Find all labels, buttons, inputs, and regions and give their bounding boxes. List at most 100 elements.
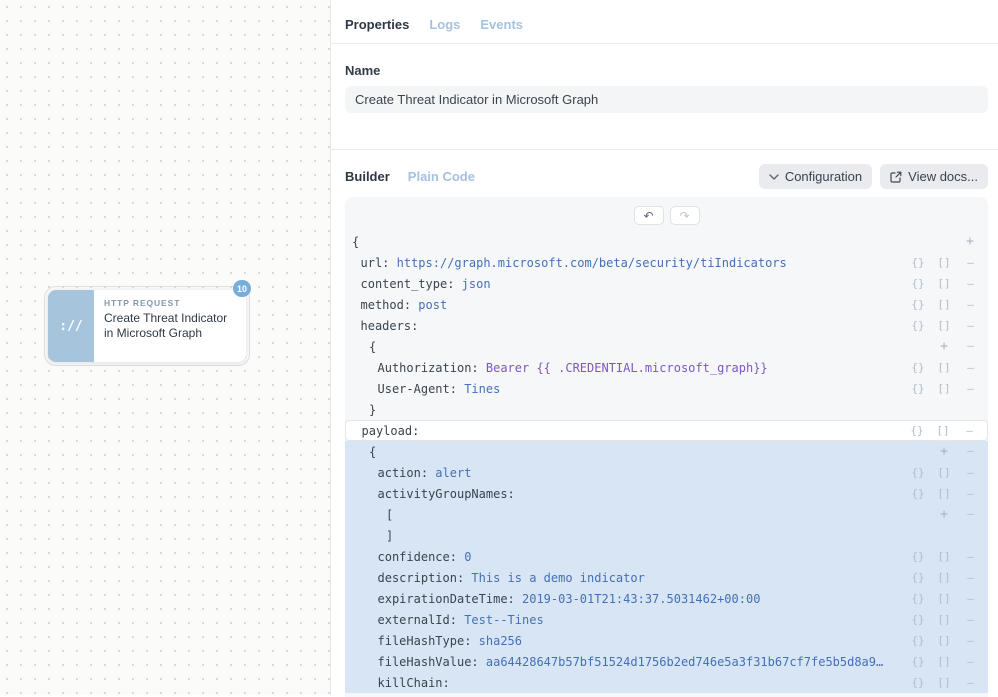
remove-line-icon[interactable]: — bbox=[957, 256, 983, 269]
insert-array-icon[interactable]: [] bbox=[931, 361, 957, 374]
insert-object-icon[interactable]: {} bbox=[905, 277, 931, 290]
tab-logs[interactable]: Logs bbox=[429, 17, 460, 32]
insert-array-icon[interactable]: [] bbox=[931, 550, 957, 563]
tab-properties[interactable]: Properties bbox=[345, 17, 409, 32]
insert-array-icon[interactable]: [] bbox=[930, 424, 956, 437]
code-key: } bbox=[369, 403, 376, 417]
remove-line-icon[interactable]: — bbox=[957, 339, 983, 354]
insert-array-icon[interactable]: [] bbox=[931, 592, 957, 605]
insert-object-icon[interactable]: {} bbox=[905, 382, 931, 395]
remove-line-icon[interactable]: — bbox=[957, 277, 983, 290]
insert-array-icon[interactable]: [] bbox=[931, 382, 957, 395]
insert-array-icon[interactable]: [] bbox=[931, 655, 957, 668]
insert-object-icon[interactable]: {} bbox=[905, 613, 931, 626]
code-line[interactable]: User-Agent: Tines{}[]— bbox=[345, 378, 988, 399]
insert-array-icon[interactable]: [] bbox=[931, 613, 957, 626]
insert-array-icon[interactable]: [] bbox=[931, 676, 957, 689]
add-item-icon[interactable]: + bbox=[931, 339, 957, 354]
remove-line-icon[interactable]: — bbox=[957, 550, 983, 563]
remove-line-icon[interactable]: — bbox=[957, 507, 983, 522]
remove-line-icon[interactable]: — bbox=[957, 382, 983, 395]
code-line[interactable]: [+— bbox=[345, 504, 988, 525]
remove-line-icon[interactable]: — bbox=[957, 444, 983, 459]
code-line[interactable]: {+— bbox=[345, 441, 988, 462]
tab-builder[interactable]: Builder bbox=[345, 169, 390, 184]
code-line[interactable]: {+— bbox=[345, 336, 988, 357]
event-count-badge[interactable]: 10 bbox=[233, 280, 251, 297]
tab-plain-code[interactable]: Plain Code bbox=[408, 169, 475, 184]
code-line[interactable]: {+ bbox=[345, 231, 988, 252]
insert-array-icon[interactable]: [] bbox=[931, 319, 957, 332]
code-line[interactable]: headers:{}[]— bbox=[345, 315, 988, 336]
code-line[interactable]: activityGroupNames:{}[]— bbox=[345, 483, 988, 504]
remove-line-icon[interactable]: — bbox=[957, 676, 983, 689]
remove-line-icon[interactable]: — bbox=[957, 655, 983, 668]
view-docs-button[interactable]: View docs... bbox=[880, 164, 988, 189]
code-line[interactable]: } bbox=[345, 399, 988, 420]
line-action-icons: {}[]— bbox=[905, 634, 988, 647]
builder-tabs: Builder Plain Code bbox=[345, 169, 475, 184]
insert-object-icon[interactable]: {} bbox=[905, 256, 931, 269]
name-input[interactable] bbox=[345, 86, 988, 113]
code-line[interactable]: description: This is a demo indicator{}[… bbox=[345, 567, 988, 588]
add-item-icon[interactable]: + bbox=[931, 507, 957, 522]
insert-object-icon[interactable]: {} bbox=[905, 487, 931, 500]
http-request-node[interactable]: :// HTTP REQUEST Create Threat Indicator… bbox=[48, 290, 246, 362]
undo-icon[interactable]: ↶ bbox=[634, 206, 664, 225]
insert-object-icon[interactable]: {} bbox=[905, 361, 931, 374]
insert-array-icon[interactable]: [] bbox=[931, 298, 957, 311]
remove-line-icon[interactable]: — bbox=[957, 487, 983, 500]
insert-object-icon[interactable]: {} bbox=[905, 655, 931, 668]
icon-spacer bbox=[905, 339, 931, 354]
remove-line-icon[interactable]: — bbox=[957, 613, 983, 626]
insert-array-icon[interactable]: [] bbox=[931, 487, 957, 500]
code-line[interactable]: confidence: 0{}[]— bbox=[345, 546, 988, 567]
insert-array-icon[interactable]: [] bbox=[931, 277, 957, 290]
insert-array-icon[interactable]: [] bbox=[931, 256, 957, 269]
line-action-icons: {}[]— bbox=[905, 361, 988, 374]
insert-object-icon[interactable]: {} bbox=[905, 550, 931, 563]
code-key: confidence: bbox=[378, 550, 457, 564]
insert-object-icon[interactable]: {} bbox=[905, 676, 931, 689]
remove-line-icon[interactable]: — bbox=[957, 361, 983, 374]
add-item-icon[interactable]: + bbox=[931, 444, 957, 459]
code-line[interactable]: fileHashValue: aa64428647b57bf51524d1756… bbox=[345, 651, 988, 672]
code-line[interactable]: content_type: json{}[]— bbox=[345, 273, 988, 294]
code-line[interactable]: Authorization: Bearer {{ .CREDENTIAL.mic… bbox=[345, 357, 988, 378]
remove-line-icon[interactable]: — bbox=[956, 424, 982, 437]
remove-line-icon[interactable]: — bbox=[957, 634, 983, 647]
insert-object-icon[interactable]: {} bbox=[905, 634, 931, 647]
line-action-icons: {}[]— bbox=[905, 676, 988, 689]
remove-line-icon[interactable]: — bbox=[957, 571, 983, 584]
code-line[interactable]: killChain:{}[]— bbox=[345, 672, 988, 693]
remove-line-icon[interactable]: — bbox=[957, 298, 983, 311]
remove-line-icon[interactable]: — bbox=[957, 466, 983, 479]
line-action-icons: {}[]— bbox=[905, 256, 988, 269]
configuration-button[interactable]: Configuration bbox=[759, 164, 872, 189]
code-line[interactable]: expirationDateTime: 2019-03-01T21:43:37.… bbox=[345, 588, 988, 609]
code-line[interactable]: action: alert{}[]— bbox=[345, 462, 988, 483]
insert-object-icon[interactable]: {} bbox=[905, 319, 931, 332]
code-line[interactable]: payload:{}[]— bbox=[345, 420, 988, 441]
insert-object-icon[interactable]: {} bbox=[905, 298, 931, 311]
story-canvas[interactable]: :// HTTP REQUEST Create Threat Indicator… bbox=[0, 0, 330, 695]
insert-array-icon[interactable]: [] bbox=[931, 466, 957, 479]
insert-object-icon[interactable]: {} bbox=[905, 466, 931, 479]
code-key: method: bbox=[361, 298, 412, 312]
insert-array-icon[interactable]: [] bbox=[931, 634, 957, 647]
code-key: content_type: bbox=[361, 277, 455, 291]
insert-object-icon[interactable]: {} bbox=[905, 592, 931, 605]
tab-events[interactable]: Events bbox=[480, 17, 523, 32]
insert-object-icon[interactable]: {} bbox=[904, 424, 930, 437]
code-line[interactable]: externalId: Test--Tines{}[]— bbox=[345, 609, 988, 630]
code-line[interactable]: url: https://graph.microsoft.com/beta/se… bbox=[345, 252, 988, 273]
code-line[interactable]: method: post{}[]— bbox=[345, 294, 988, 315]
redo-icon[interactable]: ↷ bbox=[670, 206, 700, 225]
code-line[interactable]: fileHashType: sha256{}[]— bbox=[345, 630, 988, 651]
code-line[interactable]: ] bbox=[345, 525, 988, 546]
insert-object-icon[interactable]: {} bbox=[905, 571, 931, 584]
remove-line-icon[interactable]: — bbox=[957, 592, 983, 605]
remove-line-icon[interactable]: — bbox=[957, 319, 983, 332]
insert-array-icon[interactable]: [] bbox=[931, 571, 957, 584]
add-item-icon[interactable]: + bbox=[957, 234, 983, 249]
